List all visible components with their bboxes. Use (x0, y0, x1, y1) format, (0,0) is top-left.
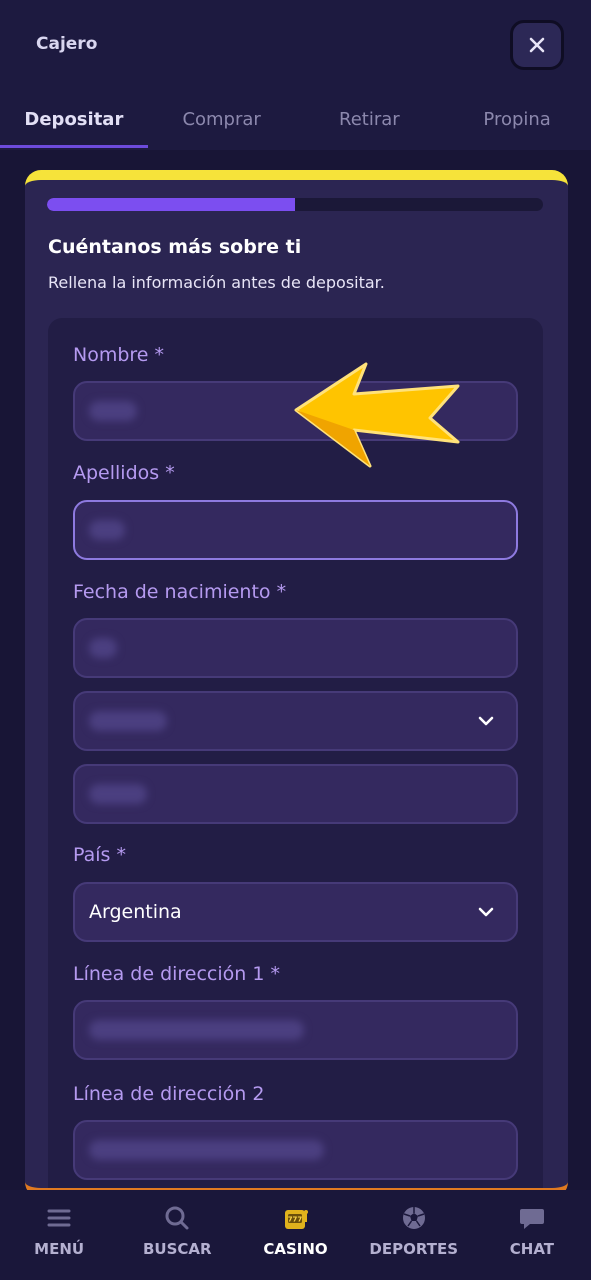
progress-fill (47, 198, 295, 211)
pointer-arrow-icon (294, 362, 460, 468)
first-name-label: Nombre * (73, 344, 165, 366)
nav-search[interactable]: BUSCAR (118, 1190, 236, 1280)
form-subtitle: Rellena la información antes de deposita… (48, 273, 385, 292)
nav-sports-label: DEPORTES (369, 1240, 459, 1258)
birth-day-field[interactable] (73, 618, 518, 678)
close-icon (529, 37, 545, 53)
chevron-down-icon (478, 907, 494, 917)
deposit-form-card: Cuéntanos más sobre ti Rellena la inform… (25, 170, 568, 1198)
nav-casino[interactable]: 777 CASINO (236, 1190, 354, 1280)
country-select[interactable]: Argentina (73, 882, 518, 942)
tab-propina[interactable]: Propina (443, 92, 591, 150)
nav-menu[interactable]: MENÚ (0, 1190, 118, 1280)
nav-chat-label: CHAT (509, 1240, 555, 1258)
nav-search-label: BUSCAR (143, 1240, 212, 1258)
soccer-ball-icon (402, 1207, 425, 1229)
address1-field[interactable] (73, 1000, 518, 1060)
birth-month-select[interactable] (73, 691, 518, 751)
last-name-field[interactable] (73, 500, 518, 560)
close-button[interactable] (510, 20, 564, 70)
nav-menu-label: MENÚ (34, 1240, 85, 1258)
redacted-value (89, 520, 125, 540)
bottom-nav: MENÚ BUSCAR 777 CASINO DEPORTES CHAT (0, 1190, 591, 1280)
form-title: Cuéntanos más sobre ti (48, 236, 302, 258)
progress-bar (47, 198, 543, 211)
address2-label: Línea de dirección 2 (73, 1083, 265, 1105)
redacted-value (89, 1020, 304, 1040)
chat-bubble-icon (519, 1209, 544, 1229)
redacted-value (89, 711, 167, 731)
search-icon (165, 1206, 189, 1230)
country-value: Argentina (89, 901, 182, 923)
birthdate-label: Fecha de nacimiento * (73, 581, 287, 603)
redacted-value (89, 1140, 324, 1160)
tab-depositar[interactable]: Depositar (0, 92, 148, 150)
redacted-value (89, 638, 117, 658)
address2-field[interactable] (73, 1120, 518, 1180)
tab-comprar[interactable]: Comprar (148, 92, 296, 150)
last-name-label: Apellidos * (73, 462, 175, 484)
country-label: País * (73, 844, 126, 866)
svg-text:777: 777 (287, 1216, 302, 1224)
redacted-value (89, 784, 147, 804)
nav-casino-label: CASINO (263, 1240, 328, 1258)
slot-machine-icon: 777 (284, 1210, 308, 1229)
cashier-header: Cajero (0, 0, 591, 92)
nav-sports[interactable]: DEPORTES (355, 1190, 473, 1280)
birth-year-field[interactable] (73, 764, 518, 824)
page-title: Cajero (36, 34, 98, 54)
menu-icon (47, 1209, 71, 1227)
nav-chat[interactable]: CHAT (473, 1190, 591, 1280)
chevron-down-icon (478, 716, 494, 726)
cashier-tabs: Depositar Comprar Retirar Propina (0, 92, 591, 150)
tab-retirar[interactable]: Retirar (296, 92, 444, 150)
address1-label: Línea de dirección 1 * (73, 963, 280, 985)
redacted-value (89, 401, 137, 421)
